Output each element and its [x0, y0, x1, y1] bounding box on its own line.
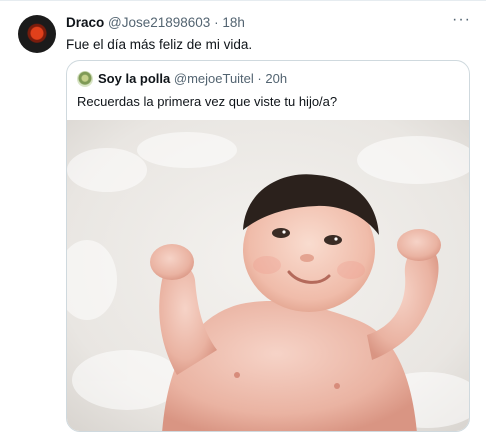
quoted-tweet-timestamp[interactable]: 20h: [265, 71, 287, 86]
quoted-tweet-photo[interactable]: [67, 120, 470, 432]
quoted-tweet-header: Soy la polla @mejoeTuitel · 20h: [98, 71, 287, 86]
quoted-tweet-text: Recuerdas la primera vez que viste tu hi…: [77, 94, 338, 109]
tweet-timestamp[interactable]: 18h: [222, 15, 245, 30]
quoted-separator-dot: ·: [257, 71, 262, 86]
quoted-tweet[interactable]: Soy la polla @mejoeTuitel · 20h Recuerda…: [66, 60, 470, 432]
user-handle[interactable]: @Jose21898603: [108, 15, 210, 30]
separator-dot: ·: [214, 15, 219, 30]
tweet-header: Draco @Jose21898603 · 18h: [66, 15, 245, 30]
more-horizontal-icon[interactable]: ···: [452, 12, 470, 31]
user-avatar[interactable]: [18, 15, 56, 53]
quoted-display-name[interactable]: Soy la polla: [98, 71, 170, 86]
quoted-user-handle[interactable]: @mejoeTuitel: [174, 71, 254, 86]
tweet-text: Fue el día más feliz de mi vida.: [66, 37, 253, 52]
display-name[interactable]: Draco: [66, 15, 104, 30]
quoted-user-avatar[interactable]: [77, 71, 93, 87]
tweet-card[interactable]: Draco @Jose21898603 · 18h ··· Fue el día…: [0, 0, 486, 432]
